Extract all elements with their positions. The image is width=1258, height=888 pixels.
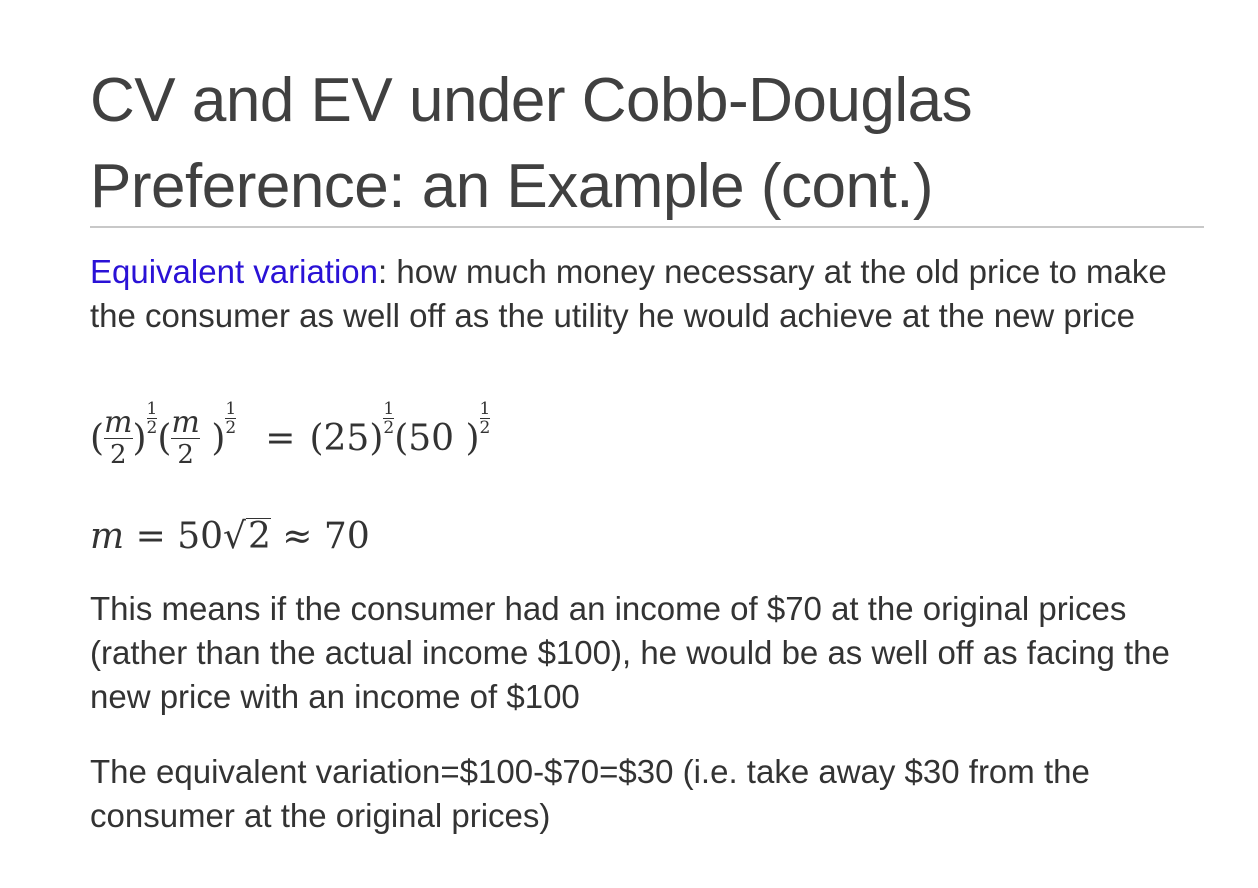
title-divider [90,226,1204,228]
open-paren: ( [90,418,105,459]
equals-sign: = [265,418,296,459]
close-paren: ) [199,418,226,459]
exponent-half: 12 [146,399,158,438]
conclusion-paragraph: The equivalent variation=$100-$70=$30 (i… [90,753,1090,834]
fraction-m-over-2: m2 [171,405,200,470]
equation-income: m = 50√2 ≈ 70 [90,512,370,562]
exponent-half: 12 [479,399,491,438]
definition-paragraph: Equivalent variation: how much money nec… [90,250,1200,338]
explanation-paragraph: This means if the consumer had an income… [90,590,1170,715]
value-50: (50 ) [394,418,480,459]
exponent-half: 12 [383,399,395,438]
slide-title: CV and EV under Cobb-Douglas Preference:… [90,58,1210,230]
close-paren: ) [132,418,147,459]
definition-term: Equivalent variation [90,253,379,290]
open-paren: ( [157,418,172,459]
equation-middle: = 50 [124,516,223,557]
variable-m: m [90,516,125,557]
exponent-half: 12 [225,399,237,438]
radical-sign: √ [223,516,246,557]
radicand: 2 [245,516,271,557]
value-25: (25) [309,418,384,459]
equation-utility: (m 2) 1 2(m 2 ) 1 2 = (25) 1 2 (50 ) 1 2 [90,400,690,498]
fraction-m-over-2: m2 [104,405,133,470]
title-line-2: Preference: an Example (cont.) [90,152,934,221]
title-line-1: CV and EV under Cobb-Douglas [90,66,973,135]
equation-approx: ≈ 70 [270,516,370,557]
